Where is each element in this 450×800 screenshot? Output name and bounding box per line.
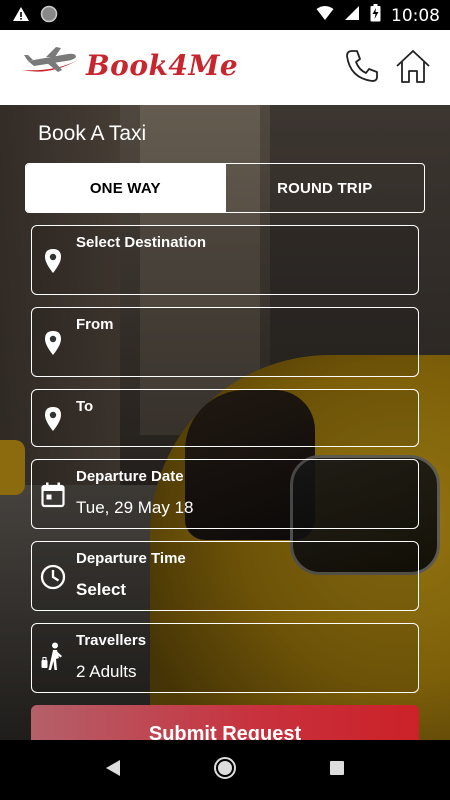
wifi-icon (316, 5, 334, 26)
calendar-icon (40, 482, 66, 508)
back-button[interactable] (101, 758, 125, 782)
page-title: Book A Taxi (38, 122, 147, 145)
location-pin-icon (40, 406, 66, 432)
recents-button[interactable] (325, 758, 349, 782)
status-bar: 10:08 (0, 0, 450, 30)
location-pin-icon (40, 330, 66, 356)
departure-date-field[interactable]: Departure Date Tue, 29 May 18 (31, 459, 419, 529)
navigation-bar (0, 740, 450, 800)
app-header: Book4Me (0, 30, 450, 105)
destination-label: Select Destination (76, 234, 207, 251)
departure-date-label: Departure Date (76, 468, 184, 485)
traveller-icon (40, 642, 66, 670)
trip-type-toggle: ONE WAY ROUND TRIP (25, 163, 425, 213)
round-trip-tab[interactable]: ROUND TRIP (224, 164, 425, 212)
departure-date-value: Tue, 29 May 18 (76, 498, 194, 517)
from-field[interactable]: From (31, 307, 419, 377)
signal-icon (344, 5, 360, 26)
travellers-field[interactable]: Travellers 2 Adults (31, 623, 419, 693)
to-label: To (76, 398, 94, 415)
app-logo[interactable]: Book4Me (20, 46, 238, 85)
destination-field[interactable]: Select Destination (31, 225, 419, 295)
departure-time-label: Departure Time (76, 550, 186, 567)
to-field[interactable]: To (31, 389, 419, 447)
home-nav-button[interactable] (213, 756, 237, 785)
phone-icon (344, 48, 380, 89)
location-pin-icon (40, 248, 66, 274)
one-way-tab[interactable]: ONE WAY (26, 164, 225, 212)
airplane-logo-icon (20, 46, 80, 85)
warning-icon (12, 6, 30, 27)
departure-time-value: Select (76, 580, 127, 599)
home-icon (394, 48, 432, 89)
status-time: 10:08 (391, 5, 440, 26)
circle-icon (40, 5, 58, 28)
back-icon (104, 758, 122, 783)
travellers-label: Travellers (76, 632, 147, 649)
home-button[interactable] (393, 48, 433, 88)
battery-charging-icon (370, 4, 381, 27)
home-circle-icon (213, 756, 237, 785)
logo-text: Book4Me (86, 49, 239, 82)
travellers-value: 2 Adults (76, 662, 137, 681)
call-button[interactable] (342, 48, 382, 88)
from-label: From (76, 316, 114, 333)
recents-icon (328, 759, 346, 782)
clock-icon (40, 564, 66, 590)
departure-time-field[interactable]: Departure Time Select (31, 541, 419, 611)
